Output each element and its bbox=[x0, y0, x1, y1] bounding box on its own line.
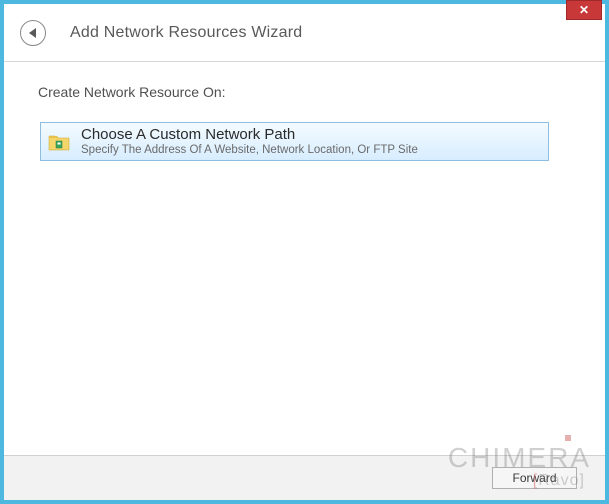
close-button[interactable]: ✕ bbox=[566, 0, 602, 20]
option-custom-network-path[interactable]: Choose A Custom Network Path Specify The… bbox=[40, 122, 549, 161]
option-text: Choose A Custom Network Path Specify The… bbox=[81, 126, 418, 158]
option-title: Choose A Custom Network Path bbox=[81, 126, 418, 144]
window-title: Add Network Resources Wizard bbox=[70, 24, 302, 42]
option-description: Specify The Address Of A Website, Networ… bbox=[81, 144, 418, 158]
forward-button[interactable]: Forward bbox=[492, 467, 577, 489]
folder-network-icon bbox=[47, 130, 71, 154]
wizard-window: Add Network Resources Wizard Create Netw… bbox=[4, 4, 605, 500]
back-button[interactable] bbox=[20, 20, 46, 46]
close-icon: ✕ bbox=[579, 3, 589, 17]
content-area: Create Network Resource On: Choose A Cus… bbox=[4, 62, 605, 455]
section-label: Create Network Resource On: bbox=[38, 84, 571, 100]
footer: Forward bbox=[4, 455, 605, 500]
header: Add Network Resources Wizard bbox=[4, 4, 605, 62]
back-arrow-icon bbox=[29, 28, 36, 38]
